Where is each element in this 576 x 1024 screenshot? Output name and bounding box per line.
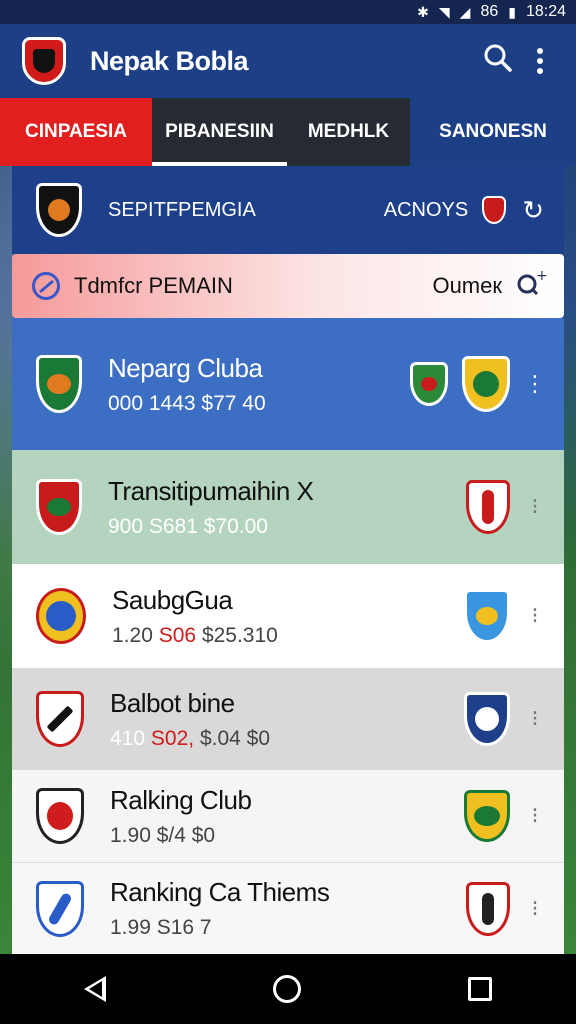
club-crest: [36, 691, 84, 747]
wifi-icon: ◥: [438, 3, 450, 20]
zoom-icon[interactable]: +: [516, 268, 548, 305]
status-time: 18:24: [525, 3, 566, 20]
more-options-icon[interactable]: ⁝: [524, 494, 546, 520]
stat-value: 1.20: [112, 623, 153, 647]
tab-pibanesiin[interactable]: PIBANESIIN: [152, 98, 287, 166]
league-header[interactable]: SEPITFPEMGIA ACNOYS ↻: [12, 166, 564, 254]
search-text[interactable]: Tdmfcr PEMAIN: [74, 273, 432, 299]
club-name: Balbot bine: [110, 687, 235, 718]
stat-value: $.04 $0: [199, 726, 271, 750]
club-row[interactable]: Transitipumaihin X 900 S681 $70.00 ⁝: [12, 450, 564, 564]
app-bar: Nepak Bobla: [0, 24, 576, 98]
club-stats: 410 S02, $.04 $0: [110, 727, 464, 751]
stat-value-highlight: S02,: [150, 726, 195, 750]
more-options-icon[interactable]: ⁝: [524, 896, 546, 922]
club-crest: [36, 479, 82, 535]
opponent-crest: [464, 692, 510, 746]
status-bar: ✱ ◥ ◢ 86 ▮ 18:24: [0, 0, 576, 24]
club-crest: [36, 880, 84, 937]
tab-medhlk[interactable]: MEDHLK: [287, 98, 410, 166]
league-action-label[interactable]: ACNOYS: [384, 199, 468, 222]
club-stats: 000 1443 $77 40: [108, 391, 266, 415]
stat-value: 410: [110, 726, 146, 750]
more-options-icon[interactable]: ⁝: [524, 706, 546, 732]
club-row[interactable]: Ranking Ca Thiems 1.99 S16 7 ⁝: [12, 862, 564, 954]
opponent-crest: [466, 881, 510, 936]
svg-text:+: +: [536, 268, 548, 284]
club-name: Transitipumaihin X: [108, 475, 314, 506]
club-stats: 1.20 S06 $25.310: [112, 624, 464, 648]
club-row[interactable]: Ralking Club 1.90 $/4 $0 ⁝: [12, 770, 564, 862]
refresh-icon[interactable]: ↻: [522, 195, 544, 226]
more-options-icon[interactable]: ⋮: [524, 371, 546, 397]
more-options-icon[interactable]: ⁝: [524, 803, 546, 829]
club-row[interactable]: Balbot bine 410 S02, $.04 $0 ⁝: [12, 668, 564, 770]
league-badge-icon: [482, 196, 507, 224]
app-title: Nepak Bobla: [90, 45, 249, 76]
tab-sanonesn[interactable]: SANONESN: [410, 98, 576, 166]
club-crest: [36, 588, 86, 644]
back-icon[interactable]: [83, 976, 106, 1002]
kebab-menu-icon[interactable]: [520, 48, 560, 74]
app-logo: [22, 37, 66, 85]
club-name: Ranking Ca Thiems: [110, 877, 330, 907]
battery-level: 86: [480, 3, 499, 20]
tab-bar: CINPAESIA PIBANESIIN MEDHLK SANONESN: [0, 98, 576, 166]
block-icon: [32, 272, 60, 300]
club-name: Neparg Cluba: [108, 352, 263, 383]
opponent-crest: [462, 356, 510, 412]
signal-icon: ◢: [459, 3, 471, 20]
stat-value: $25.310: [201, 623, 278, 647]
recent-apps-icon[interactable]: [468, 977, 493, 1001]
club-crest: [36, 788, 84, 844]
opponent-crest: [466, 480, 510, 534]
stat-value-highlight: S06: [158, 623, 197, 647]
league-name: SEPITFPEMGIA: [108, 198, 256, 221]
club-row[interactable]: Neparg Cluba 000 1443 $77 40 ⋮: [12, 318, 564, 450]
search-icon[interactable]: [476, 43, 520, 80]
player-search-bar[interactable]: Tdmfcr PEMAIN Oumeк +: [12, 254, 564, 318]
opponent-crest: [464, 589, 510, 643]
club-stats: 900 S681 $70.00: [108, 514, 268, 538]
system-navigation-bar: [0, 954, 576, 1024]
club-crest: [36, 355, 82, 413]
club-stats: 1.99 S16 7: [110, 916, 212, 939]
club-row[interactable]: SaubgGua 1.20 S06 $25.310 ⁝: [12, 564, 564, 668]
club-name: Ralking Club: [110, 784, 252, 815]
opponent-crest: [464, 790, 510, 842]
search-filter-label[interactable]: Oumeк: [432, 273, 502, 299]
tab-cinpaesia[interactable]: CINPAESIA: [0, 98, 152, 166]
club-stats: 1.90 $/4 $0: [110, 823, 216, 847]
opponent-crest: [410, 362, 448, 406]
league-crest: [36, 183, 82, 237]
club-name: SaubgGua: [112, 584, 233, 615]
battery-icon: ▮: [508, 3, 516, 20]
more-options-icon[interactable]: ⁝: [524, 603, 546, 629]
bluetooth-icon: ✱: [417, 3, 429, 20]
home-icon[interactable]: [272, 975, 301, 1003]
